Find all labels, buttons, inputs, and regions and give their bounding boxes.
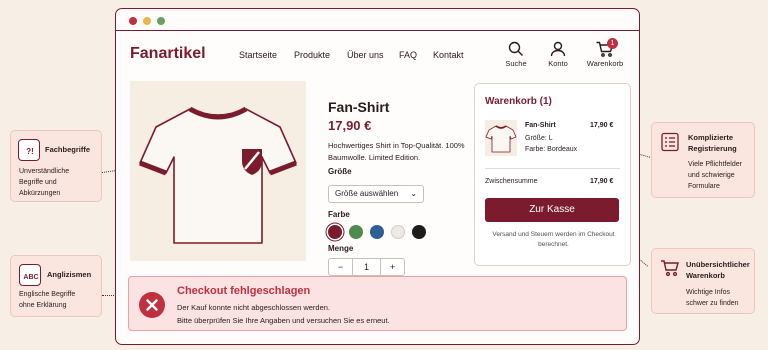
cart-button[interactable]: 1 Warenkorb xyxy=(583,38,627,68)
error-title: Checkout fehlgeschlagen xyxy=(177,285,311,297)
callout-body-line: Abkürzungen xyxy=(19,190,61,197)
subtotal-value: 17,90 € xyxy=(590,178,614,185)
color-swatch-blue[interactable] xyxy=(370,225,384,239)
window-titlebar xyxy=(116,9,639,31)
cart-count-badge: 1 xyxy=(607,38,618,49)
callout-title: Fachbegriffe xyxy=(45,145,91,154)
svg-text:?!: ?! xyxy=(26,147,34,156)
checkout-button[interactable]: Zur Kasse xyxy=(485,198,619,222)
callout-body-line: Wichtige Infos xyxy=(686,289,730,296)
color-swatch-white[interactable] xyxy=(391,225,405,239)
cart-divider xyxy=(485,168,620,169)
cart-item-color: Farbe: Bordeaux xyxy=(525,146,578,153)
size-select[interactable]: Größe auswählen ⌄ xyxy=(328,185,424,203)
callout-title: Anglizismen xyxy=(47,270,92,279)
callout-body-line: Unverständliche xyxy=(19,168,70,175)
qty-plus-button[interactable]: + xyxy=(380,259,404,275)
cart-label: Warenkorb xyxy=(586,59,624,68)
quantity-label: Menge xyxy=(328,244,354,253)
product-price: 17,90 € xyxy=(328,118,372,133)
callout-anglizismen: ABC Anglizismen Englische Begriffe ohne … xyxy=(10,255,102,317)
browser-window: Fanartikel Startseite Produkte Über uns … xyxy=(115,8,640,345)
user-icon xyxy=(550,41,566,57)
callout-title: Unübersichtlicher xyxy=(686,260,750,269)
callout-body-line: Viele Pflichtfelder xyxy=(688,161,742,168)
qty-minus-button[interactable]: − xyxy=(329,259,353,275)
qty-value[interactable]: 1 xyxy=(353,259,380,275)
shipping-note: Versand und Steuern werden im Checkout b… xyxy=(492,231,615,248)
nav-faq[interactable]: FAQ xyxy=(399,50,417,60)
site-logo[interactable]: Fanartikel xyxy=(130,45,206,63)
account-label: Konto xyxy=(548,59,568,68)
window-minimize-dot[interactable] xyxy=(143,17,151,25)
nav-ueber-uns[interactable]: Über uns xyxy=(347,50,384,60)
callout-title: Komplizierte xyxy=(688,133,734,142)
size-select-value: Größe auswählen xyxy=(335,189,399,198)
color-label: Farbe xyxy=(328,210,350,219)
cart-item-name: Fan-Shirt xyxy=(525,122,556,129)
speech-bubble-icon: ?! xyxy=(18,139,40,161)
window-maximize-dot[interactable] xyxy=(157,17,165,25)
product-image xyxy=(130,81,306,261)
size-label: Größe xyxy=(328,167,352,176)
callout-fachbegriffe: ?! Fachbegriffe Unverständliche Begriffe… xyxy=(10,130,102,202)
cart-item-price: 17,90 € xyxy=(590,122,614,129)
account-button[interactable]: Konto xyxy=(538,41,578,68)
callout-body-line: schwer zu finden xyxy=(686,300,739,307)
callout-title: Warenkorb xyxy=(686,271,725,280)
nav-produkte[interactable]: Produkte xyxy=(294,50,330,60)
error-x-icon xyxy=(139,292,165,318)
error-banner: Checkout fehlgeschlagen Der Kauf konnte … xyxy=(128,276,627,331)
callout-title: Registrierung xyxy=(688,144,737,153)
callout-registrierung: Komplizierte Registrierung Viele Pflicht… xyxy=(651,122,755,198)
cart-icon xyxy=(660,258,680,283)
error-message-line: Bitte überprüfen Sie Ihre Angaben und ve… xyxy=(177,316,390,325)
callout-body-line: und schwierige xyxy=(688,172,735,179)
cart-item-size: Größe: L xyxy=(525,135,553,142)
svg-text:ABC: ABC xyxy=(23,274,38,281)
search-button[interactable]: Suche xyxy=(496,41,536,68)
callout-body-line: Englische Begriffe xyxy=(19,291,76,298)
search-label: Suche xyxy=(505,59,527,68)
callout-body-line: Begriffe und xyxy=(19,179,57,186)
quantity-stepper: − 1 + xyxy=(328,258,405,276)
subtotal-label: Zwischensumme xyxy=(485,178,538,185)
window-close-dot[interactable] xyxy=(129,17,137,25)
tshirt-image xyxy=(139,106,297,244)
product-description: Hochwertiges Shirt in Top-Qualität. 100%… xyxy=(328,141,465,162)
chevron-down-icon: ⌄ xyxy=(410,189,417,198)
color-swatch-black[interactable] xyxy=(412,225,426,239)
abc-icon: ABC xyxy=(19,264,41,286)
color-swatch-bordeaux[interactable] xyxy=(328,225,342,239)
callout-warenkorb: Unübersichtlicher Warenkorb Wichtige Inf… xyxy=(651,248,755,314)
nav-kontakt[interactable]: Kontakt xyxy=(433,50,464,60)
checklist-icon xyxy=(660,132,680,157)
cart-title: Warenkorb (1) xyxy=(485,96,552,107)
callout-body-line: ohne Erklärung xyxy=(19,302,67,309)
search-icon xyxy=(508,41,523,56)
error-message-line: Der Kauf konnte nicht abgeschlossen werd… xyxy=(177,303,331,312)
callout-body-line: Formulare xyxy=(688,183,720,190)
cart-panel: Warenkorb (1) Fan-Shirt Größe: L Farbe: … xyxy=(474,83,631,266)
product-title: Fan-Shirt xyxy=(328,99,390,115)
cart-item-image xyxy=(485,120,517,156)
color-swatch-green[interactable] xyxy=(349,225,363,239)
nav-startseite[interactable]: Startseite xyxy=(239,50,277,60)
